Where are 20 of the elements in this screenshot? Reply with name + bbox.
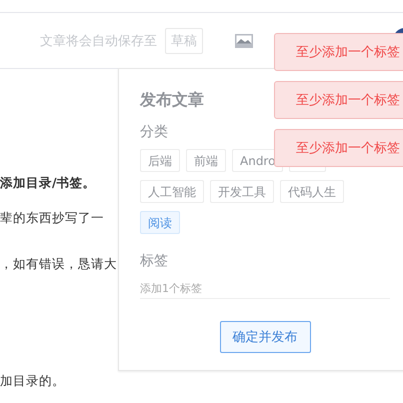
autosave-note: 文章将会自动保存至 — [40, 32, 157, 50]
panel-title: 发布文章 — [140, 90, 204, 111]
article-paragraph: 加目录的。 — [0, 373, 65, 390]
category-tag[interactable]: 人工智能 — [140, 180, 204, 203]
category-tag[interactable]: 阅读 — [140, 211, 180, 234]
category-tag[interactable]: 代码人生 — [280, 180, 344, 203]
error-toast: 至少添加一个标签 — [274, 81, 403, 119]
category-tag[interactable]: 前端 — [186, 149, 226, 172]
image-icon[interactable] — [235, 34, 253, 48]
article-paragraph: 辈的东西抄写了一 — [0, 210, 104, 227]
category-tag[interactable]: 后端 — [140, 149, 180, 172]
error-toast: 至少添加一个标签 — [274, 129, 403, 167]
category-tag[interactable]: 开发工具 — [210, 180, 274, 203]
tag-label: 标签 — [140, 252, 169, 270]
publish-button[interactable]: 确定并发布 — [220, 321, 310, 353]
article-paragraph: 添加目录/书签。 — [0, 175, 96, 192]
draft-button[interactable]: 草稿 — [165, 28, 203, 54]
article-paragraph: ，如有错误，恳请大 — [0, 256, 117, 273]
category-label: 分类 — [140, 123, 169, 141]
error-toast: 至少添加一个标签 — [274, 33, 403, 71]
